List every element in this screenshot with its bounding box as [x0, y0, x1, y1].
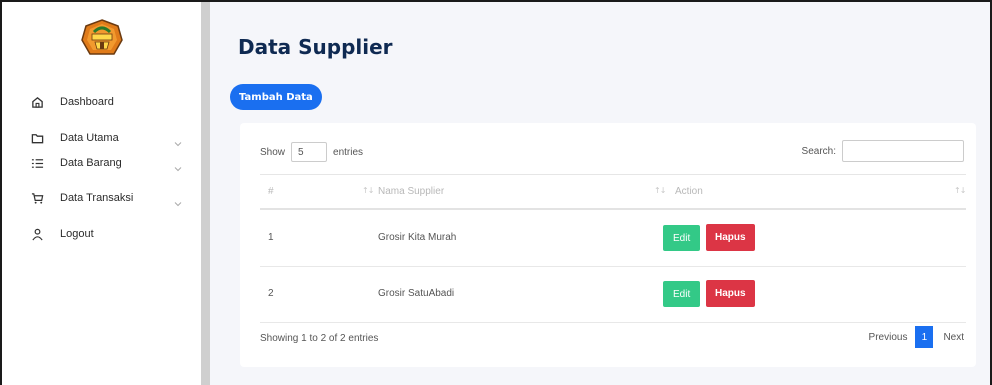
edit-button[interactable]: Edit — [663, 225, 701, 251]
sidebar-item-data-barang[interactable]: Data Barang — [30, 153, 190, 173]
chevron-down-icon — [174, 193, 182, 207]
delete-button[interactable]: Hapus — [706, 224, 755, 251]
cart-icon — [30, 191, 44, 205]
sidebar-item-label: Data Utama — [60, 132, 119, 144]
supplier-name: Grosir SatuAbadi — [378, 288, 455, 299]
pagination: Previous 1 Next — [869, 326, 964, 348]
sort-icon[interactable]: ↑↓ — [954, 186, 966, 195]
row-number: 2 — [268, 288, 274, 299]
column-header-action[interactable]: Action — [675, 186, 703, 197]
search-input[interactable] — [842, 140, 964, 162]
row-number: 1 — [268, 232, 274, 243]
entries-length-control: Show 5 entries — [260, 142, 363, 162]
column-header-number[interactable]: # — [268, 186, 274, 197]
sidebar: Dashboard Data Utama Data Barang Data Tr… — [2, 2, 201, 385]
sidebar-item-data-transaksi[interactable]: Data Transaksi — [30, 188, 190, 208]
sidebar-item-label: Dashboard — [60, 96, 114, 108]
chevron-down-icon — [174, 158, 182, 172]
pagination-page-1[interactable]: 1 — [915, 326, 934, 348]
sidebar-item-data-utama[interactable]: Data Utama — [30, 128, 190, 148]
entries-select[interactable]: 5 — [291, 142, 328, 162]
sidebar-item-label: Data Transaksi — [60, 192, 134, 204]
show-label: Show — [260, 146, 286, 158]
list-icon — [30, 156, 44, 170]
pagination-previous[interactable]: Previous — [869, 332, 908, 343]
table-header: # ↑↓ Nama Supplier ↑↓ Action ↑↓ — [260, 174, 966, 210]
search-control: Search: — [802, 140, 964, 162]
sort-icon[interactable]: ↑↓ — [362, 186, 374, 195]
sidebar-item-logout[interactable]: Logout — [30, 224, 190, 244]
crest-logo-icon[interactable] — [80, 18, 124, 58]
user-icon — [30, 227, 44, 241]
app-window: Dashboard Data Utama Data Barang Data Tr… — [0, 0, 992, 385]
sidebar-scrollbar[interactable] — [201, 2, 210, 385]
edit-button[interactable]: Edit — [663, 281, 701, 307]
column-header-nama-supplier[interactable]: Nama Supplier — [378, 186, 444, 197]
main-content: Data Supplier Tambah Data Show 5 entries… — [210, 2, 990, 385]
table-row: 2 Grosir SatuAbadi Edit Hapus — [260, 268, 966, 323]
sort-icon[interactable]: ↑↓ — [654, 186, 666, 195]
entries-label: entries — [333, 146, 364, 158]
supplier-name: Grosir Kita Murah — [378, 232, 457, 243]
chevron-down-icon — [174, 133, 182, 147]
table-info: Showing 1 to 2 of 2 entries — [260, 333, 379, 344]
folder-icon — [30, 131, 44, 145]
table-row: 1 Grosir Kita Murah Edit Hapus — [260, 212, 966, 267]
sidebar-item-label: Logout — [60, 228, 94, 240]
add-data-button[interactable]: Tambah Data — [230, 84, 322, 110]
pagination-next[interactable]: Next — [943, 332, 964, 343]
delete-button[interactable]: Hapus — [706, 280, 755, 307]
page-title: Data Supplier — [238, 35, 393, 59]
sidebar-item-label: Data Barang — [60, 157, 122, 169]
sidebar-item-dashboard[interactable]: Dashboard — [30, 92, 190, 112]
supplier-table-card: Show 5 entries Search: # ↑↓ Nama Supplie… — [240, 123, 976, 367]
search-label: Search: — [801, 145, 836, 157]
home-icon — [30, 95, 44, 109]
